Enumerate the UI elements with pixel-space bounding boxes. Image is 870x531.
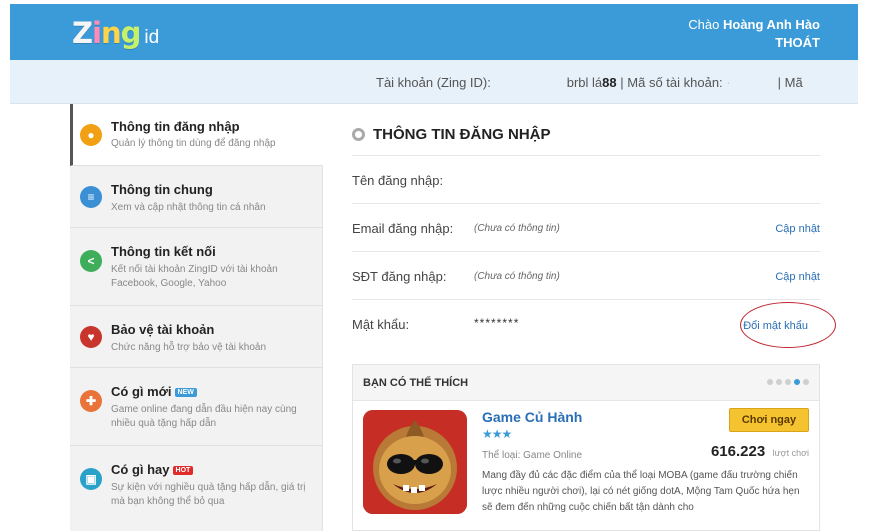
sidebar-item-title: Thông tin đăng nhập bbox=[111, 119, 240, 134]
star-rating-icon: ★★★ bbox=[482, 427, 512, 441]
page: Zing id Chào Hoàng Anh Hào THOÁT Tài kho… bbox=[0, 0, 870, 531]
hot-badge: HOT bbox=[172, 466, 194, 475]
field-label: Mật khẩu: bbox=[352, 317, 410, 332]
carousel-dot[interactable] bbox=[767, 379, 773, 385]
play-count-unit: lượt chơi bbox=[772, 448, 809, 458]
game-title-link[interactable]: Game Củ Hành bbox=[482, 409, 582, 425]
field-username: Tên đăng nhập: bbox=[352, 155, 820, 203]
sidebar-item-whats-hot[interactable]: ▣ Có gì hay HOT Sự kiện với nghiều quà tặ… bbox=[70, 446, 323, 531]
logout-link[interactable]: THOÁT bbox=[688, 34, 820, 52]
game-description: Mang đầy đủ các đặc điểm của thể loại MO… bbox=[482, 470, 800, 513]
carousel-dot-active[interactable] bbox=[794, 379, 800, 385]
carousel-dot[interactable] bbox=[776, 379, 782, 385]
play-count: 616.223 lượt chơi bbox=[711, 443, 809, 461]
sidebar-item-account-protection[interactable]: ♥ Bảo vệ tài khoản Chức năng hỗ trợ bảo … bbox=[70, 306, 323, 368]
sidebar-item-desc: Xem và cập nhật thông tin cá nhân bbox=[111, 202, 266, 213]
sidebar-item-title: Có gì hay HOT bbox=[111, 462, 194, 477]
gamepad-icon: ✚ bbox=[80, 390, 102, 412]
account-value-blurred: brbl lá bbox=[566, 75, 603, 90]
recommendation-header: BẠN CÓ THỂ THÍCH bbox=[353, 365, 819, 401]
sidebar-item-connect-info[interactable]: < Thông tin kết nối Kết nối tài khoản Zi… bbox=[70, 228, 323, 306]
sidebar-item-title: Có gì mới NEW bbox=[111, 384, 197, 399]
sidebar-item-login-info[interactable]: ● Thông tin đăng nhập Quản lý thông tin … bbox=[70, 104, 323, 166]
update-phone-link[interactable]: Cập nhật bbox=[775, 271, 820, 283]
account-info-text: Tài khoản (Zing ID): brbl lá88 | Mã số t… bbox=[376, 75, 803, 90]
field-label: Email đăng nhập: bbox=[352, 221, 454, 236]
list-icon: ≡ bbox=[80, 186, 102, 208]
user-greeting: Chào Hoàng Anh Hào THOÁT bbox=[688, 16, 820, 52]
sidebar-item-title: Thông tin kết nối bbox=[111, 244, 216, 259]
logo-suffix: id bbox=[144, 27, 160, 48]
top-header: Zing id Chào Hoàng Anh Hào THOÁT bbox=[10, 4, 858, 60]
shield-icon: ♥ bbox=[80, 326, 102, 348]
sidebar-nav: ● Thông tin đăng nhập Quản lý thông tin … bbox=[70, 104, 323, 531]
share-icon: < bbox=[80, 250, 102, 272]
trailing-label: Mã bbox=[784, 75, 803, 90]
game-thumbnail[interactable] bbox=[363, 410, 467, 514]
section-bullet-icon bbox=[352, 128, 365, 141]
field-label: SĐT đăng nhập: bbox=[352, 269, 447, 284]
sidebar-item-whats-new[interactable]: ✚ Có gì mới NEW Game online đang dẫn đầu … bbox=[70, 368, 323, 446]
user-icon: ● bbox=[80, 124, 102, 146]
sidebar-item-desc: Chức năng hỗ trợ bảo vệ tài khoản bbox=[111, 342, 267, 353]
account-no-label: Mã số tài khoản: bbox=[627, 75, 723, 90]
change-password-link[interactable]: Đổi mật khẩu bbox=[743, 320, 808, 332]
zing-id-logo[interactable]: Zing id bbox=[72, 16, 160, 50]
sidebar-item-desc: Quản lý thông tin dùng để đăng nhập bbox=[111, 138, 276, 149]
trailing-separator: | bbox=[777, 75, 781, 90]
sidebar-item-title: Bảo vệ tài khoản bbox=[111, 322, 215, 337]
field-password: Mật khẩu: ******** Đổi mật khẩu bbox=[352, 299, 820, 347]
carousel-dot[interactable] bbox=[803, 379, 809, 385]
sidebar-item-desc: Game online đang dẫn đầu hiện nay cùng n… bbox=[111, 404, 297, 429]
play-count-number: 616.223 bbox=[710, 443, 766, 460]
onion-character-image bbox=[363, 410, 467, 514]
sidebar-item-general-info[interactable]: ≡ Thông tin chung Xem và cập nhật thông … bbox=[70, 166, 323, 228]
account-info-bar: Tài khoản (Zing ID): brbl lá88 | Mã số t… bbox=[10, 60, 858, 104]
carousel-dots bbox=[767, 379, 809, 385]
logo-text: Zing bbox=[72, 16, 141, 50]
field-value: (Chưa có thông tin) bbox=[474, 271, 560, 282]
account-value-blurred-prefix bbox=[495, 75, 567, 90]
user-name: Hoàng Anh Hào bbox=[722, 17, 820, 32]
password-value: ******** bbox=[474, 316, 520, 330]
play-now-button[interactable]: Chơi ngay bbox=[729, 408, 809, 432]
account-value-suffix: 88 bbox=[602, 75, 617, 90]
carousel-dot[interactable] bbox=[785, 379, 791, 385]
field-label: Tên đăng nhập: bbox=[352, 173, 444, 188]
separator: | bbox=[620, 75, 624, 90]
account-label: Tài khoản (Zing ID): bbox=[376, 75, 491, 90]
new-badge: NEW bbox=[174, 388, 197, 397]
update-email-link[interactable]: Cập nhật bbox=[775, 223, 820, 235]
account-no-value-blurred: · bbox=[726, 75, 731, 90]
game-genre: Thể loại: Game Online bbox=[482, 450, 583, 461]
sidebar-item-desc: Kết nối tài khoản ZingID với tài khoản F… bbox=[111, 264, 278, 289]
field-email: Email đăng nhập: (Chưa có thông tin) Cập… bbox=[352, 203, 820, 251]
sidebar-item-desc: Sự kiện với nghiều quà tặng hấp dẫn, giá… bbox=[111, 482, 306, 507]
recommendation-title: BẠN CÓ THỂ THÍCH bbox=[363, 377, 469, 389]
account-no-padding bbox=[734, 75, 777, 90]
field-phone: SĐT đăng nhập: (Chưa có thông tin) Cập n… bbox=[352, 251, 820, 299]
sidebar-item-title: Thông tin chung bbox=[111, 182, 213, 197]
calendar-icon: ▣ bbox=[80, 468, 102, 490]
recommendation-panel: BẠN CÓ THỂ THÍCH Game Củ Hành ★★★ Thể lo… bbox=[352, 364, 820, 531]
greeting-prefix: Chào bbox=[688, 17, 720, 32]
page-title: THÔNG TIN ĐĂNG NHẬP bbox=[373, 126, 551, 143]
field-value: (Chưa có thông tin) bbox=[474, 223, 560, 234]
